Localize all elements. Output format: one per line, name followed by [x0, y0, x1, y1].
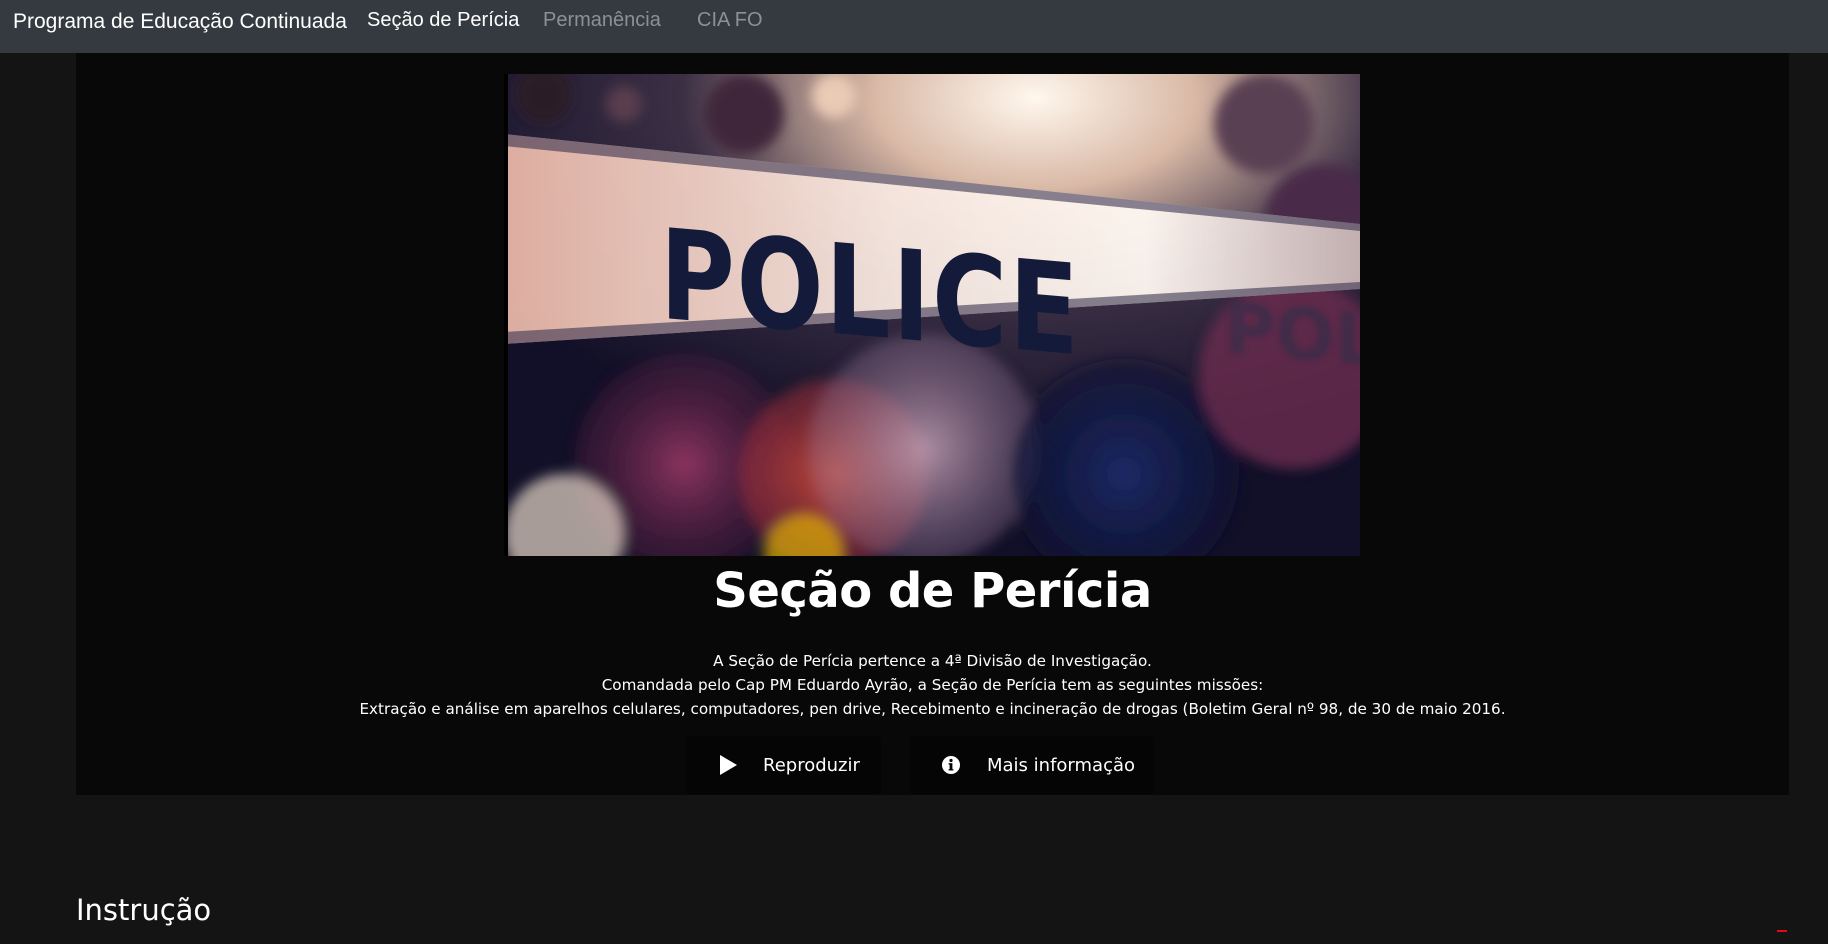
more-info-button-label: Mais informação [987, 754, 1136, 776]
play-button[interactable]: Reproduzir [685, 736, 881, 794]
more-info-button[interactable]: Mais informação [909, 736, 1154, 794]
section-heading-instrucao: Instrução [76, 893, 212, 927]
play-button-label: Reproduzir [763, 754, 860, 776]
top-navbar: Programa de Educação Continuada Seção de… [0, 0, 1828, 53]
hero-banner: POLICE POLICE Seção de Perícia A Seção d… [76, 53, 1789, 795]
hero-description-line-1: A Seção de Perícia pertence a 4ª Divisão… [713, 652, 1152, 670]
hero-description-line-2: Comandada pelo Cap PM Eduardo Ayrão, a S… [601, 676, 1264, 694]
play-icon [719, 755, 737, 775]
nav-link-permanencia[interactable]: Permanência [543, 9, 661, 32]
nav-link-secao-de-pericia[interactable]: Seção de Perícia [367, 9, 519, 32]
police-tape-image: POLICE POLICE [504, 74, 1360, 556]
scroll-indicator [1777, 930, 1787, 932]
info-circle-icon [941, 755, 961, 775]
navbar-brand[interactable]: Programa de Educação Continuada [13, 10, 347, 34]
nav-link-cia-fo[interactable]: CIA FO [697, 9, 763, 32]
hero-description-line-3: Extração e análise em aparelhos celulare… [359, 700, 1506, 718]
hero-description: A Seção de Perícia pertence a 4ª Divisão… [76, 649, 1789, 721]
hero-title: Seção de Perícia [713, 563, 1152, 619]
